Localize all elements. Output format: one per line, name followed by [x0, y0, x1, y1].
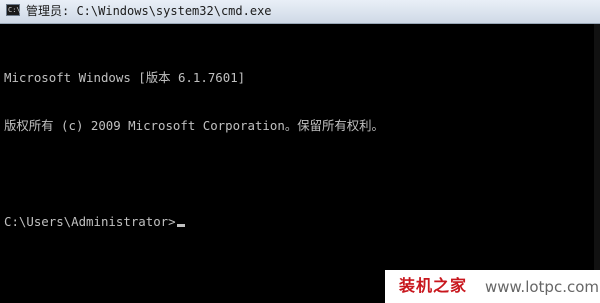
title-bar[interactable]: C:\ 管理员: C:\Windows\system32\cmd.exe [0, 0, 600, 24]
cmd-window: C:\ 管理员: C:\Windows\system32\cmd.exe Mic… [0, 0, 600, 303]
console-line-version: Microsoft Windows [版本 6.1.7601] [4, 70, 246, 85]
console-prompt: C:\Users\Administrator> [4, 214, 176, 229]
cmd-icon-label: C:\ [8, 6, 21, 14]
console-output[interactable]: Microsoft Windows [版本 6.1.7601] 版权所有 (c)… [4, 38, 384, 262]
console-line-blank [4, 166, 384, 182]
watermark-url: www.lotpc.com [485, 278, 599, 296]
console-prompt-line[interactable]: C:\Users\Administrator> [4, 214, 384, 230]
watermark: 装机之家 www.lotpc.com [385, 270, 600, 303]
window-right-edge [594, 24, 600, 303]
text-cursor [176, 224, 185, 227]
cmd-icon[interactable]: C:\ [6, 4, 21, 16]
window-title: 管理员: C:\Windows\system32\cmd.exe [26, 4, 272, 18]
watermark-logo-text: 装机之家 [399, 276, 468, 295]
console-line-copyright: 版权所有 (c) 2009 Microsoft Corporation。保留所有… [4, 118, 384, 133]
